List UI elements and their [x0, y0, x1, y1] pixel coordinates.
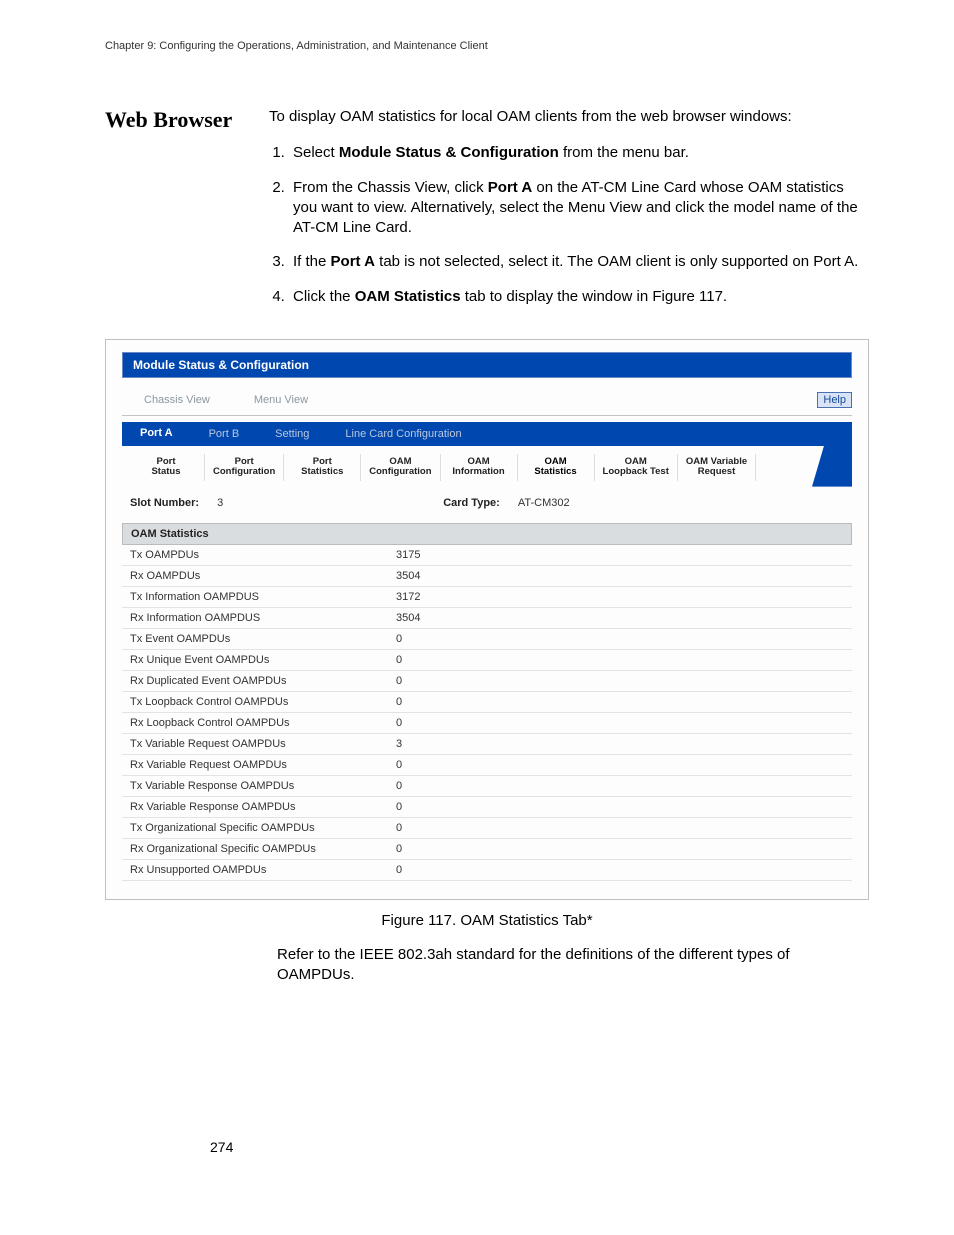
stat-value: 0	[388, 628, 852, 649]
table-row: Rx Variable Request OAMPDUs0	[122, 754, 852, 775]
step-4: Click the OAM Statistics tab to display …	[289, 287, 869, 307]
stat-value: 0	[388, 796, 852, 817]
stat-value: 0	[388, 775, 852, 796]
stat-value: 0	[388, 859, 852, 880]
stat-value: 0	[388, 838, 852, 859]
tab-port-b[interactable]: Port B	[191, 424, 258, 444]
oam-statistics-header: OAM Statistics	[122, 523, 852, 545]
page-number: 274	[210, 1139, 233, 1155]
table-row: Rx Variable Response OAMPDUs0	[122, 796, 852, 817]
stat-label: Tx OAMPDUs	[122, 545, 388, 566]
step-1: Select Module Status & Configuration fro…	[289, 143, 869, 163]
tab-line-card-config[interactable]: Line Card Configuration	[327, 424, 479, 444]
subtab-port-status[interactable]: Port Status	[128, 454, 205, 481]
step-2: From the Chassis View, click Port A on t…	[289, 178, 869, 239]
stat-label: Rx Variable Response OAMPDUs	[122, 796, 388, 817]
stat-label: Tx Organizational Specific OAMPDUs	[122, 817, 388, 838]
table-row: Tx Variable Request OAMPDUs3	[122, 733, 852, 754]
intro-text: To display OAM statistics for local OAM …	[269, 107, 869, 127]
stat-label: Rx Unsupported OAMPDUs	[122, 859, 388, 880]
screenshot-figure: Module Status & Configuration Chassis Vi…	[105, 339, 869, 900]
table-row: Rx Unique Event OAMPDUs0	[122, 649, 852, 670]
table-row: Rx Duplicated Event OAMPDUs0	[122, 670, 852, 691]
section-title: Web Browser	[105, 107, 245, 321]
stat-value: 3172	[388, 586, 852, 607]
table-row: Rx Information OAMPDUS3504	[122, 607, 852, 628]
stat-label: Rx Unique Event OAMPDUs	[122, 649, 388, 670]
stat-value: 3175	[388, 545, 852, 566]
table-row: Tx Information OAMPDUS3172	[122, 586, 852, 607]
card-type-label: Card Type:	[443, 497, 500, 509]
oam-statistics-table: Tx OAMPDUs3175Rx OAMPDUs3504Tx Informati…	[122, 545, 852, 881]
step-3: If the Port A tab is not selected, selec…	[289, 252, 869, 272]
port-tabs: Port A Port B Setting Line Card Configur…	[122, 422, 852, 446]
stat-value: 3504	[388, 607, 852, 628]
stat-value: 3504	[388, 565, 852, 586]
subtab-oam-statistics[interactable]: OAM Statistics	[518, 454, 595, 481]
nav-row: Chassis View Menu View Help	[122, 386, 852, 416]
module-title-bar: Module Status & Configuration	[122, 352, 852, 378]
subtab-oam-configuration[interactable]: OAM Configuration	[361, 454, 440, 481]
steps-list: Select Module Status & Configuration fro…	[269, 143, 869, 307]
table-row: Rx Unsupported OAMPDUs0	[122, 859, 852, 880]
table-row: Tx Event OAMPDUs0	[122, 628, 852, 649]
table-row: Tx Organizational Specific OAMPDUs0	[122, 817, 852, 838]
below-text: Refer to the IEEE 802.3ah standard for t…	[277, 945, 869, 986]
subtab-oam-information[interactable]: OAM Information	[441, 454, 518, 481]
tab-setting[interactable]: Setting	[257, 424, 327, 444]
stat-value: 3	[388, 733, 852, 754]
subtab-oam-variable-request[interactable]: OAM Variable Request	[678, 454, 756, 481]
info-row: Slot Number: 3 Card Type: AT-CM302	[122, 487, 852, 515]
stat-value: 0	[388, 712, 852, 733]
subtab-oam-loopback-test[interactable]: OAM Loopback Test	[595, 454, 678, 481]
tab-port-a[interactable]: Port A	[122, 422, 191, 443]
stat-label: Tx Information OAMPDUS	[122, 586, 388, 607]
table-row: Rx Organizational Specific OAMPDUs0	[122, 838, 852, 859]
stat-label: Rx Organizational Specific OAMPDUs	[122, 838, 388, 859]
stat-label: Tx Variable Request OAMPDUs	[122, 733, 388, 754]
table-row: Tx OAMPDUs3175	[122, 545, 852, 566]
table-row: Tx Variable Response OAMPDUs0	[122, 775, 852, 796]
table-row: Rx OAMPDUs3504	[122, 565, 852, 586]
table-row: Tx Loopback Control OAMPDUs0	[122, 691, 852, 712]
nav-menu-view[interactable]: Menu View	[232, 392, 330, 408]
subtab-port-statistics[interactable]: Port Statistics	[284, 454, 361, 481]
nav-chassis-view[interactable]: Chassis View	[122, 392, 232, 408]
stat-value: 0	[388, 754, 852, 775]
stat-label: Rx Variable Request OAMPDUs	[122, 754, 388, 775]
stat-label: Tx Loopback Control OAMPDUs	[122, 691, 388, 712]
stat-label: Rx OAMPDUs	[122, 565, 388, 586]
chapter-header: Chapter 9: Configuring the Operations, A…	[105, 40, 869, 52]
stat-label: Tx Variable Response OAMPDUs	[122, 775, 388, 796]
card-type-value: AT-CM302	[518, 497, 570, 509]
subtab-port-configuration[interactable]: Port Configuration	[205, 454, 284, 481]
stat-value: 0	[388, 691, 852, 712]
stat-label: Rx Information OAMPDUS	[122, 607, 388, 628]
figure-caption: Figure 117. OAM Statistics Tab*	[105, 912, 869, 929]
slot-number-label: Slot Number:	[130, 497, 199, 509]
table-row: Rx Loopback Control OAMPDUs0	[122, 712, 852, 733]
slot-number-value: 3	[217, 497, 223, 509]
stat-value: 0	[388, 649, 852, 670]
stat-label: Tx Event OAMPDUs	[122, 628, 388, 649]
sub-tab-strip: Port Status Port Configuration Port Stat…	[122, 446, 852, 487]
stat-value: 0	[388, 817, 852, 838]
stat-label: Rx Loopback Control OAMPDUs	[122, 712, 388, 733]
stat-label: Rx Duplicated Event OAMPDUs	[122, 670, 388, 691]
help-button[interactable]: Help	[817, 392, 852, 408]
stat-value: 0	[388, 670, 852, 691]
